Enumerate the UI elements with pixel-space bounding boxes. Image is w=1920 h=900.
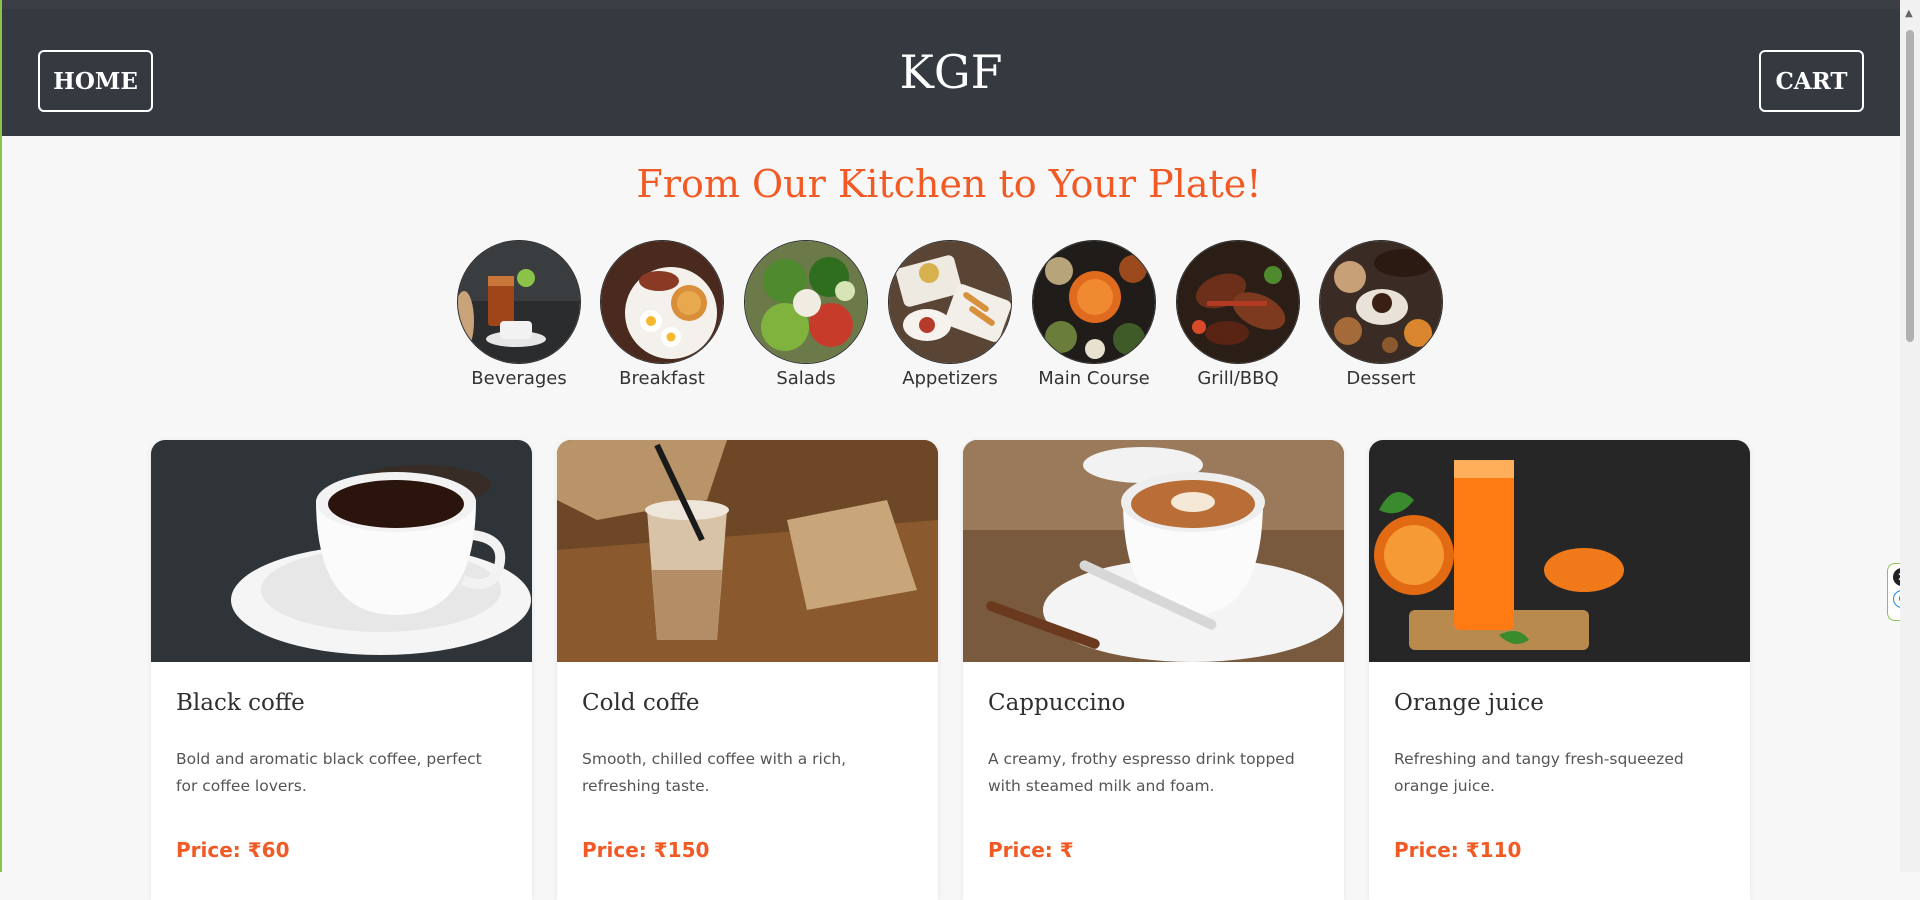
category-beverages[interactable]: Beverages bbox=[449, 240, 589, 389]
product-card-cappuccino[interactable]: Cappuccino A creamy, frothy espresso dri… bbox=[963, 440, 1344, 900]
category-label: Salads bbox=[776, 368, 836, 389]
black-coffee-image bbox=[151, 440, 532, 662]
brand-logo[interactable]: KGF bbox=[2, 49, 1900, 95]
cold-coffee-image bbox=[557, 440, 938, 662]
product-description: A creamy, frothy espresso drink topped w… bbox=[988, 750, 1295, 795]
appetizers-image bbox=[888, 240, 1012, 364]
category-grill-bbq[interactable]: Grill/BBQ bbox=[1168, 240, 1308, 389]
top-strip bbox=[2, 0, 1900, 9]
product-name: Black coffe bbox=[176, 690, 305, 716]
product-price: Price: ₹ bbox=[988, 838, 1074, 862]
product-description: Refreshing and tangy fresh-squeezed oran… bbox=[1394, 750, 1684, 795]
orange-juice-image bbox=[1369, 440, 1750, 662]
category-breakfast[interactable]: Breakfast bbox=[592, 240, 732, 389]
cart-button[interactable]: CART bbox=[1759, 50, 1864, 112]
category-salads[interactable]: Salads bbox=[736, 240, 876, 389]
product-description: Smooth, chilled coffee with a rich, refr… bbox=[582, 750, 847, 795]
product-description: Bold and aromatic black coffee, perfect … bbox=[176, 750, 482, 795]
page-tagline: From Our Kitchen to Your Plate! bbox=[636, 162, 1262, 206]
product-card-black-coffee[interactable]: Black coffe Bold and aromatic black coff… bbox=[151, 440, 532, 900]
category-label: Dessert bbox=[1346, 368, 1416, 389]
category-label: Beverages bbox=[471, 368, 567, 389]
category-list: Beverages Breakfast Salads Appetizers Ma… bbox=[0, 240, 1898, 390]
category-dessert[interactable]: Dessert bbox=[1311, 240, 1451, 389]
main-course-image bbox=[1032, 240, 1156, 364]
category-label: Appetizers bbox=[902, 368, 998, 389]
category-main-course[interactable]: Main Course bbox=[1024, 240, 1164, 389]
scroll-up-arrow-icon[interactable]: ▲ bbox=[1905, 8, 1913, 19]
scrollbar-thumb[interactable] bbox=[1906, 30, 1914, 342]
product-name: Cold coffe bbox=[582, 690, 700, 716]
category-label: Breakfast bbox=[619, 368, 705, 389]
salads-image bbox=[744, 240, 868, 364]
cappuccino-image bbox=[963, 440, 1344, 662]
category-label: Grill/BBQ bbox=[1197, 368, 1279, 389]
category-appetizers[interactable]: Appetizers bbox=[880, 240, 1020, 389]
product-name: Cappuccino bbox=[988, 690, 1126, 716]
product-name: Orange juice bbox=[1394, 690, 1544, 716]
product-price: Price: ₹150 bbox=[582, 838, 710, 862]
vertical-scrollbar[interactable]: ▲ bbox=[1900, 0, 1920, 872]
dessert-image bbox=[1319, 240, 1443, 364]
grill-bbq-image bbox=[1176, 240, 1300, 364]
breakfast-image bbox=[600, 240, 724, 364]
category-label: Main Course bbox=[1038, 368, 1150, 389]
product-price: Price: ₹60 bbox=[176, 838, 290, 862]
product-price: Price: ₹110 bbox=[1394, 838, 1522, 862]
beverages-image bbox=[457, 240, 581, 364]
product-card-orange-juice[interactable]: Orange juice Refreshing and tangy fresh-… bbox=[1369, 440, 1750, 900]
navbar: HOME KGF CART bbox=[2, 9, 1900, 136]
product-card-cold-coffee[interactable]: Cold coffe Smooth, chilled coffee with a… bbox=[557, 440, 938, 900]
